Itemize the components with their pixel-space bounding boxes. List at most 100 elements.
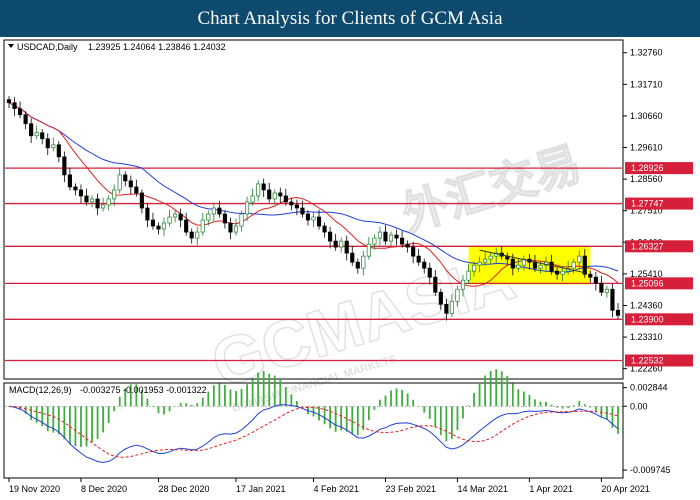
- candle-body: [23, 114, 28, 125]
- macd-bar: [451, 406, 453, 439]
- candle-body: [106, 198, 111, 206]
- macd-bar: [539, 401, 542, 407]
- candle-body: [433, 276, 438, 293]
- page-title: Chart Analysis for Clients of GCM Asia: [0, 0, 700, 37]
- candle-body: [222, 213, 227, 224]
- macd-bar: [379, 399, 381, 407]
- candle-body: [532, 261, 538, 269]
- candle-body: [29, 123, 34, 137]
- candle-body: [333, 240, 338, 248]
- macd-bar: [46, 406, 49, 432]
- candle-body: [51, 144, 56, 149]
- candle-body: [394, 234, 399, 239]
- macd-bar: [218, 383, 221, 407]
- candle-body: [604, 288, 609, 293]
- macd-bar: [517, 389, 520, 407]
- candle-body: [206, 213, 211, 221]
- macd-bar: [279, 379, 282, 407]
- macd-bar: [594, 406, 597, 412]
- macd-bar: [534, 399, 536, 407]
- candle-body: [339, 240, 344, 248]
- candle-body: [250, 195, 255, 203]
- candle-body: [161, 222, 167, 230]
- candle-body: [6, 99, 12, 104]
- macd-bar: [273, 375, 276, 407]
- time-tick-label-6: 14 Mar 2021: [457, 484, 508, 494]
- candle-body: [18, 108, 23, 116]
- candle-body: [383, 231, 388, 242]
- candle-body: [361, 255, 366, 269]
- time-tick-label-5: 23 Feb 2021: [385, 484, 436, 494]
- macd-bar: [495, 369, 498, 407]
- macd-bar: [356, 406, 359, 436]
- candle-body: [173, 213, 178, 218]
- candle-body: [283, 195, 288, 203]
- macd-bar: [163, 406, 165, 415]
- candle-body: [538, 264, 543, 269]
- macd-bar: [295, 401, 298, 407]
- candle-body: [488, 255, 493, 260]
- candle-body: [416, 255, 421, 263]
- candle-body: [267, 189, 272, 200]
- macd-bar: [118, 396, 121, 407]
- candle-body: [610, 288, 615, 311]
- candle-body: [593, 276, 598, 284]
- level-label-text: 1.27747: [631, 199, 664, 209]
- macd-bar: [423, 406, 426, 413]
- candle-body: [167, 216, 172, 224]
- level-label-1: 1.27747: [625, 197, 693, 210]
- candle-body: [471, 264, 477, 272]
- macd-bar: [35, 406, 38, 423]
- candle-body: [134, 186, 139, 194]
- macd-bar: [384, 395, 387, 407]
- candle-body: [377, 231, 383, 239]
- macd-bar: [157, 406, 160, 414]
- macd-bar: [462, 406, 464, 419]
- macd-bar: [567, 406, 570, 409]
- candle-body: [73, 186, 78, 191]
- candle-body: [422, 261, 427, 269]
- level-label-text: 1.23900: [631, 314, 664, 324]
- macd-values: -0.003275 -0.001953 -0.001322: [80, 385, 207, 395]
- macd-bar: [323, 406, 326, 425]
- level-label-5: 1.22532: [625, 354, 693, 367]
- level-label-text: 1.28926: [631, 163, 664, 173]
- candle-body: [460, 279, 466, 290]
- time-tick-label-0: 19 Nov 2020: [9, 484, 60, 494]
- candle-body: [272, 192, 277, 200]
- macd-bar: [473, 392, 475, 407]
- candle-body: [128, 180, 133, 188]
- candle-body: [549, 261, 554, 272]
- candle-body: [316, 216, 322, 227]
- macd-bar: [528, 394, 531, 407]
- candle-body: [117, 174, 122, 191]
- candle-body: [217, 207, 222, 215]
- level-label-2: 1.26327: [625, 240, 693, 253]
- candle-body: [300, 207, 305, 215]
- macd-bar: [107, 406, 110, 423]
- candle-body: [405, 243, 410, 248]
- candle-body: [156, 225, 161, 230]
- candle-body: [95, 198, 100, 209]
- macd-bar: [229, 389, 232, 407]
- macd-bar: [395, 388, 398, 407]
- macd-bar: [406, 393, 409, 407]
- candle-body: [256, 183, 261, 197]
- candle-body: [466, 270, 471, 281]
- macd-bar: [207, 391, 210, 407]
- candle-body: [582, 255, 587, 275]
- macd-bar: [345, 406, 348, 432]
- candle-body: [294, 204, 299, 209]
- chart-background: [0, 37, 700, 500]
- macd-bar: [30, 406, 33, 420]
- macd-bar: [489, 370, 492, 407]
- macd-bar: [85, 406, 88, 447]
- price-tick-label-0: 1.32760: [630, 48, 663, 58]
- macd-bar: [367, 406, 370, 421]
- candle-body: [62, 156, 67, 176]
- chart-page: Chart Analysis for Clients of GCM Asia G…: [0, 0, 700, 500]
- macd-bar: [113, 406, 116, 412]
- candle-body: [305, 213, 311, 221]
- macd-bar: [390, 390, 392, 407]
- macd-bar: [351, 406, 354, 434]
